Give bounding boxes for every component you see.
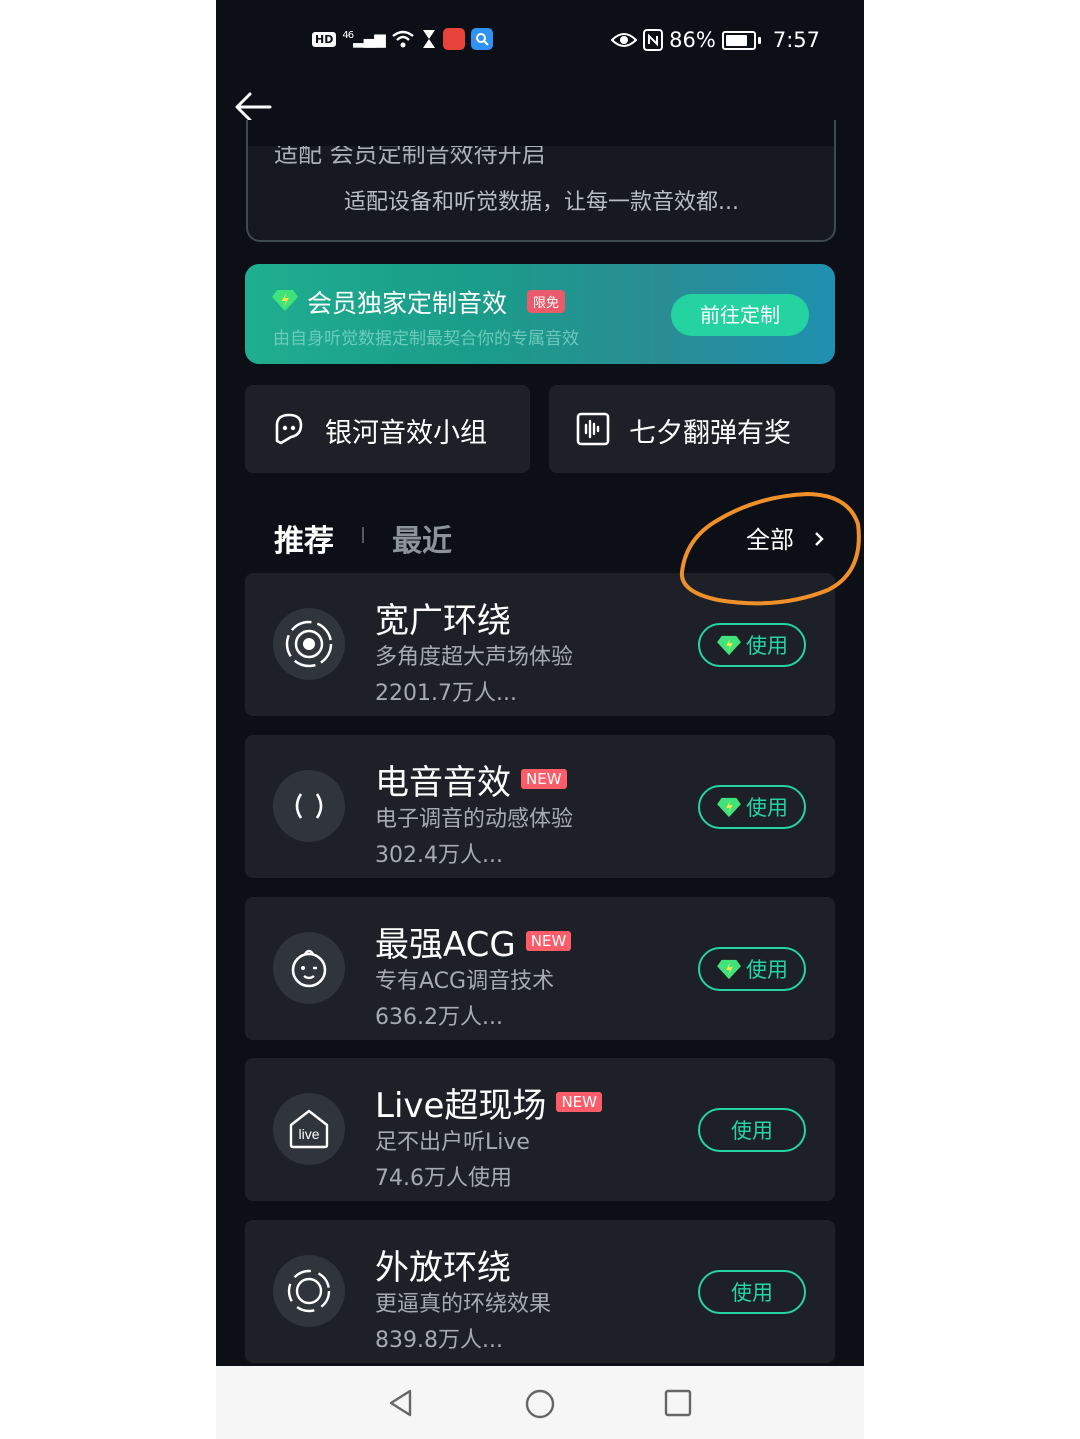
battery-percent: 86% — [669, 28, 716, 52]
live-house-icon: live — [273, 1093, 345, 1165]
list-item[interactable]: 外放环绕 更逼真的环绕效果 839.8万人... 使用 — [245, 1220, 835, 1363]
tab-recommend[interactable]: 推荐 — [274, 516, 334, 560]
effect-title: 电音音效 NEW — [375, 755, 567, 804]
list-item[interactable]: live Live超现场 NEW 足不出户听Live 74.6万人使用 使用 — [245, 1058, 835, 1201]
new-badge: NEW — [525, 930, 572, 951]
app-notification-icon — [442, 28, 465, 50]
vip-gem-icon — [717, 797, 741, 818]
live-icon-text: live — [298, 1126, 319, 1142]
surround-icon — [273, 608, 345, 680]
use-button-label: 使用 — [731, 1119, 773, 1143]
effect-name: 最强ACG — [375, 925, 516, 965]
effect-users: 74.6万人使用 — [375, 1166, 512, 1191]
effect-name: Live超现场 — [375, 1086, 547, 1126]
speaker-surround-icon — [273, 1255, 345, 1327]
effect-desc: 电子调音的动感体验 — [375, 807, 574, 832]
use-button-label: 使用 — [746, 958, 788, 982]
status-bar: HD 46▂▄▆ 86% 7:57 — [216, 22, 864, 62]
hd-indicator: HD — [312, 31, 337, 47]
effect-users: 839.8万人... — [375, 1328, 503, 1353]
effect-title: 最强ACG NEW — [375, 917, 572, 966]
effect-desc: 多角度超大声场体验 — [375, 645, 574, 670]
vip-banner-title: 会员独家定制音效 — [307, 289, 508, 318]
battery-tip — [757, 36, 761, 44]
effect-name: 外放环绕 — [375, 1248, 511, 1288]
new-badge: NEW — [556, 1091, 602, 1112]
vip-gem-icon — [272, 290, 298, 311]
vip-banner-subtitle: 由自身听觉数据定制最契合你的专属音效 — [273, 329, 579, 349]
cellular-signal-icon: 46▂▄▆ — [342, 30, 385, 48]
effect-title: 宽广环绕 — [375, 593, 511, 642]
effect-users: 302.4万人... — [375, 843, 503, 868]
tab-divider — [362, 527, 364, 543]
effect-title: 外放环绕 — [375, 1240, 511, 1289]
sound-adapt-card[interactable]: 适配 会员定制音效待开启 适配设备和听觉数据，让每一款音效都... — [246, 120, 836, 242]
use-button[interactable]: 使用 — [698, 947, 806, 991]
quick-link-label: 银河音效小组 — [325, 418, 487, 449]
use-button-label: 使用 — [746, 796, 788, 820]
status-right: 86% 7:57 — [611, 28, 820, 52]
quick-link-event[interactable]: 七夕翻弹有奖 — [549, 385, 835, 473]
wifi-icon — [391, 30, 414, 48]
clock: 7:57 — [772, 28, 820, 52]
go-customize-button[interactable]: 前往定制 — [671, 294, 809, 336]
recents-nav-icon[interactable] — [664, 1389, 692, 1417]
network-type: 46 — [342, 30, 354, 41]
anime-face-icon — [273, 932, 345, 1004]
list-item[interactable]: 最强ACG NEW 专有ACG调音技术 636.2万人... 使用 — [245, 897, 835, 1040]
new-badge: NEW — [521, 768, 567, 789]
effect-name: 电音音效 — [375, 763, 511, 803]
hourglass-icon — [422, 30, 435, 48]
free-limited-badge: 限免 — [527, 290, 566, 313]
use-button-label: 使用 — [746, 634, 788, 658]
use-button[interactable]: 使用 — [698, 1270, 806, 1314]
back-nav-icon[interactable] — [386, 1388, 416, 1418]
search-app-icon — [470, 28, 493, 50]
adapt-card-subtitle: 适配设备和听觉数据，让每一款音效都... — [344, 190, 739, 215]
scroll-mask — [248, 120, 834, 146]
list-item[interactable]: 电音音效 NEW 电子调音的动感体验 302.4万人... 使用 — [245, 735, 835, 878]
use-button[interactable]: 使用 — [698, 1108, 806, 1152]
quick-link-label: 七夕翻弹有奖 — [629, 418, 791, 449]
vip-custom-banner[interactable]: 会员独家定制音效 限免 由自身听觉数据定制最契合你的专属音效 前往定制 — [245, 264, 835, 364]
effect-users: 2201.7万人... — [375, 681, 517, 706]
audio-wave-icon — [576, 412, 610, 446]
effect-desc: 足不出户听Live — [375, 1130, 530, 1155]
tab-recent[interactable]: 最近 — [392, 516, 452, 560]
electronic-sound-icon — [273, 770, 345, 842]
eye-icon — [611, 33, 638, 47]
group-chat-icon — [275, 413, 303, 445]
use-button[interactable]: 使用 — [698, 785, 806, 829]
status-left: HD 46▂▄▆ — [312, 28, 493, 50]
use-button[interactable]: 使用 — [698, 623, 806, 667]
annotation-circle — [679, 492, 861, 606]
home-nav-icon[interactable] — [524, 1388, 556, 1420]
quick-link-group[interactable]: 银河音效小组 — [245, 385, 530, 473]
effect-name: 宽广环绕 — [375, 601, 511, 641]
effect-desc: 专有ACG调音技术 — [375, 969, 555, 994]
effect-desc: 更逼真的环绕效果 — [375, 1292, 552, 1317]
use-button-label: 使用 — [731, 1281, 773, 1305]
vip-gem-icon — [717, 959, 741, 980]
effect-title: Live超现场 NEW — [375, 1078, 602, 1127]
battery-icon — [721, 30, 756, 50]
system-nav-bar — [216, 1366, 864, 1439]
app-screen: HD 46▂▄▆ 86% 7:57 适配 会员定制音效待开启 适配设备和听觉数据… — [216, 0, 864, 1366]
nfc-icon — [643, 29, 664, 51]
vip-gem-icon — [717, 635, 741, 656]
effect-users: 636.2万人... — [375, 1005, 503, 1030]
